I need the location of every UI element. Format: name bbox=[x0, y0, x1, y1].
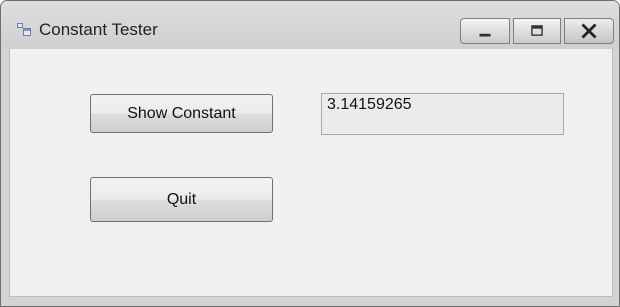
minimize-button[interactable] bbox=[460, 18, 510, 44]
constant-output-label: 3.14159265 bbox=[321, 93, 564, 135]
title-bar[interactable]: Constant Tester bbox=[1, 1, 619, 49]
maximize-button[interactable] bbox=[513, 18, 561, 44]
show-constant-button[interactable]: Show Constant bbox=[90, 94, 273, 133]
quit-button[interactable]: Quit bbox=[90, 177, 273, 222]
close-button[interactable] bbox=[564, 18, 614, 44]
close-icon bbox=[581, 23, 597, 39]
maximize-icon bbox=[531, 25, 543, 36]
window-title: Constant Tester bbox=[39, 20, 158, 39]
form-client-area: Show Constant 3.14159265 Quit bbox=[9, 49, 613, 297]
minimize-icon bbox=[479, 33, 491, 37]
form-icon bbox=[17, 23, 31, 37]
app-window: Constant Tester Show Constant 3.14159265… bbox=[0, 0, 620, 307]
